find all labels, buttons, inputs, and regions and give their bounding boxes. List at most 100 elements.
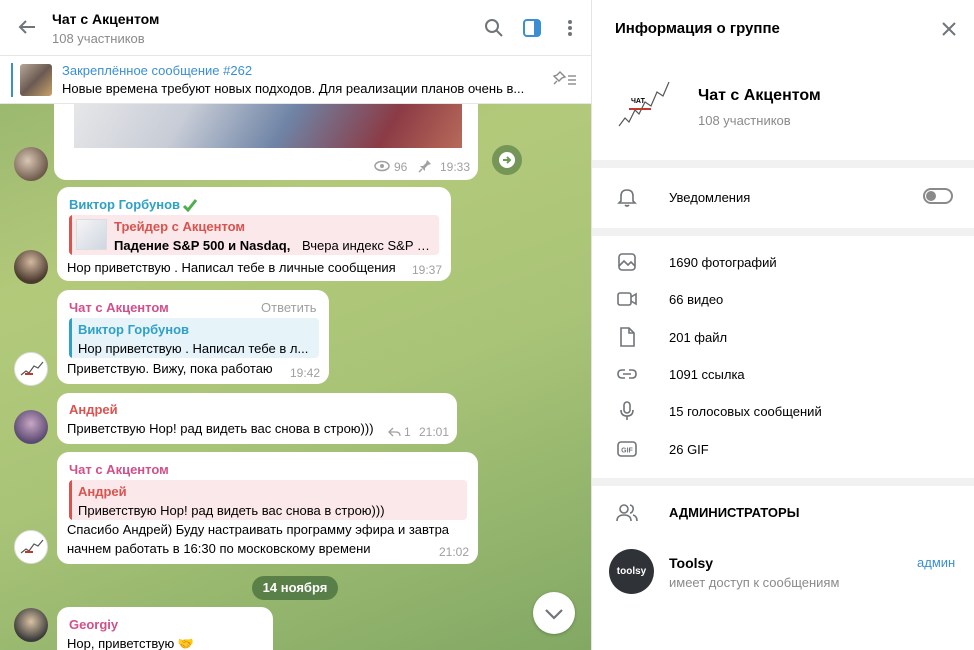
date-separator: 14 ноября	[252, 576, 338, 600]
notifications-toggle[interactable]	[923, 188, 953, 204]
photo-icon	[616, 251, 638, 273]
views-icon	[374, 160, 390, 172]
group-members-count: 108 участников	[698, 113, 791, 128]
mic-icon	[616, 400, 638, 422]
reply-bar	[69, 215, 72, 255]
info-title: Информация о группе	[615, 20, 780, 37]
forward-icon	[499, 152, 515, 168]
verified-icon	[182, 197, 198, 213]
forward-button[interactable]	[492, 145, 522, 175]
message-time: 21:01	[419, 425, 450, 439]
reply-bar	[69, 480, 72, 520]
notifications-section: Уведомления	[592, 168, 974, 228]
message-text-line2: начнем работать в 16:30 по московскому в…	[67, 541, 371, 556]
reply-author: Виктор Горбунов	[78, 322, 190, 337]
replies-count[interactable]: 1	[404, 425, 411, 439]
admin-avatar[interactable]: toolsy	[609, 549, 654, 594]
chart-logo-icon	[20, 361, 44, 376]
reply-text: Приветствую Нор! рад видеть вас снова в …	[78, 503, 385, 518]
gif-icon: GIF	[616, 438, 638, 460]
group-logo-text: ЧАТ	[631, 98, 645, 105]
close-icon[interactable]	[940, 20, 958, 38]
toggle-knob	[926, 191, 936, 201]
pinned-title: Закреплённое сообщение #262	[62, 63, 253, 78]
message-sender[interactable]: Чат с Акцентом	[69, 462, 169, 477]
pinned-message-bar[interactable]: Закреплённое сообщение #262 Новые времен…	[0, 56, 591, 104]
chart-logo-icon	[20, 539, 44, 554]
reply-author: Андрей	[78, 484, 127, 499]
message-text: Приветствую Нор! рад видеть вас снова в …	[67, 421, 374, 436]
admin-name[interactable]: Toolsy	[669, 555, 713, 571]
chat-header: Чат с Акцентом 108 участников	[0, 0, 591, 56]
video-icon	[616, 288, 638, 310]
post-views: 96	[394, 160, 408, 174]
bell-icon	[616, 186, 638, 208]
message-bubble[interactable]: Georgiy Нор, приветствую 🤝	[57, 607, 273, 650]
reply-author: Трейдер с Акцентом	[114, 219, 246, 234]
chat-title[interactable]: Чат с Акцентом	[52, 11, 159, 27]
avatar[interactable]	[14, 352, 48, 386]
group-avatar[interactable]: ЧАТ	[611, 66, 683, 138]
message-time: 21:02	[439, 545, 470, 559]
avatar[interactable]	[14, 530, 48, 564]
media-gifs[interactable]: 26 GIF	[669, 442, 709, 457]
message-bubble[interactable]: Чат с Акцентом Ответить Виктор Горбунов …	[57, 290, 329, 384]
reply-thumbnail	[76, 219, 107, 250]
media-voice[interactable]: 15 голосовых сообщений	[669, 404, 822, 419]
back-arrow-icon[interactable]	[16, 16, 38, 38]
message-text: Нор, приветствую 🤝	[67, 636, 195, 650]
media-links[interactable]: 1091 ссылка	[669, 367, 745, 382]
notifications-label: Уведомления	[669, 190, 751, 205]
link-icon	[616, 363, 638, 385]
avatar[interactable]	[14, 147, 48, 181]
avatar[interactable]	[14, 608, 48, 642]
chat-members-count: 108 участников	[52, 31, 145, 46]
avatar[interactable]	[14, 410, 48, 444]
admins-header: АДМИНИСТРАТОРЫ	[669, 505, 800, 520]
message-sender[interactable]: Georgiy	[69, 617, 118, 632]
media-section: 1690 фотографий 66 видео 201 файл 1091 с…	[592, 236, 974, 478]
search-icon[interactable]	[484, 18, 504, 38]
chat-pane: 96 19:33 Чат с Акцентом 108 участников З…	[0, 0, 591, 650]
file-icon	[616, 326, 638, 348]
sidebar-toggle-icon[interactable]	[522, 18, 542, 38]
avatar[interactable]	[14, 250, 48, 284]
chevron-down-icon	[545, 609, 563, 620]
message-time: 19:37	[412, 263, 443, 277]
message-bubble[interactable]: Чат с Акцентом Андрей Приветствую Нор! р…	[57, 452, 478, 564]
users-icon	[616, 502, 638, 524]
group-info-pane: Информация о группе ЧАТ Чат с Акцентом 1…	[591, 0, 974, 650]
admin-role-badge: админ	[917, 555, 956, 570]
message-text: Нор приветствую . Написал тебе в личные …	[67, 260, 396, 275]
reply-quote[interactable]: Трейдер с Акцентом Падение S&P 500 и Nas…	[69, 215, 439, 255]
reply-title: Падение S&P 500 и Nasdaq,	[114, 238, 291, 253]
chart-logo-icon	[618, 81, 670, 127]
reply-quote[interactable]: Виктор Горбунов Нор приветствую . Написа…	[69, 318, 319, 358]
reply-text: Нор приветствую . Написал тебе в л...	[78, 341, 309, 356]
reply-action-label[interactable]: Ответить	[261, 300, 317, 315]
pinned-thumbnail	[20, 64, 52, 96]
message-text-line1: Спасибо Андрей) Буду настраивать програм…	[67, 522, 450, 537]
info-header-section: Информация о группе ЧАТ Чат с Акцентом 1…	[592, 0, 974, 160]
pinned-indicator	[11, 63, 13, 97]
reply-text: Вчера индекс S&P 500...	[302, 238, 434, 253]
admin-description: имеет доступ к сообщениям	[669, 575, 840, 590]
reply-arrow-icon[interactable]	[387, 426, 401, 438]
reply-quote[interactable]: Андрей Приветствую Нор! рад видеть вас с…	[69, 480, 467, 520]
pin-icon	[418, 159, 432, 173]
pinned-list-icon[interactable]	[552, 69, 578, 91]
message-sender[interactable]: Чат с Акцентом	[69, 300, 169, 315]
message-bubble[interactable]: Андрей Приветствую Нор! рад видеть вас с…	[57, 393, 457, 444]
message-sender[interactable]: Андрей	[69, 402, 118, 417]
media-videos[interactable]: 66 видео	[669, 292, 723, 307]
message-bubble[interactable]: Виктор Горбунов Трейдер с Акцентом Паден…	[57, 187, 451, 281]
svg-text:GIF: GIF	[621, 448, 633, 455]
message-text: Приветствую. Вижу, пока работаю	[67, 361, 273, 376]
media-photos[interactable]: 1690 фотографий	[669, 255, 777, 270]
scroll-down-button[interactable]	[533, 592, 575, 634]
message-sender[interactable]: Виктор Горбунов	[69, 197, 180, 212]
post-time: 19:33	[440, 160, 471, 174]
message-time: 19:42	[290, 366, 321, 380]
more-menu-icon[interactable]	[560, 18, 580, 38]
media-files[interactable]: 201 файл	[669, 330, 727, 345]
